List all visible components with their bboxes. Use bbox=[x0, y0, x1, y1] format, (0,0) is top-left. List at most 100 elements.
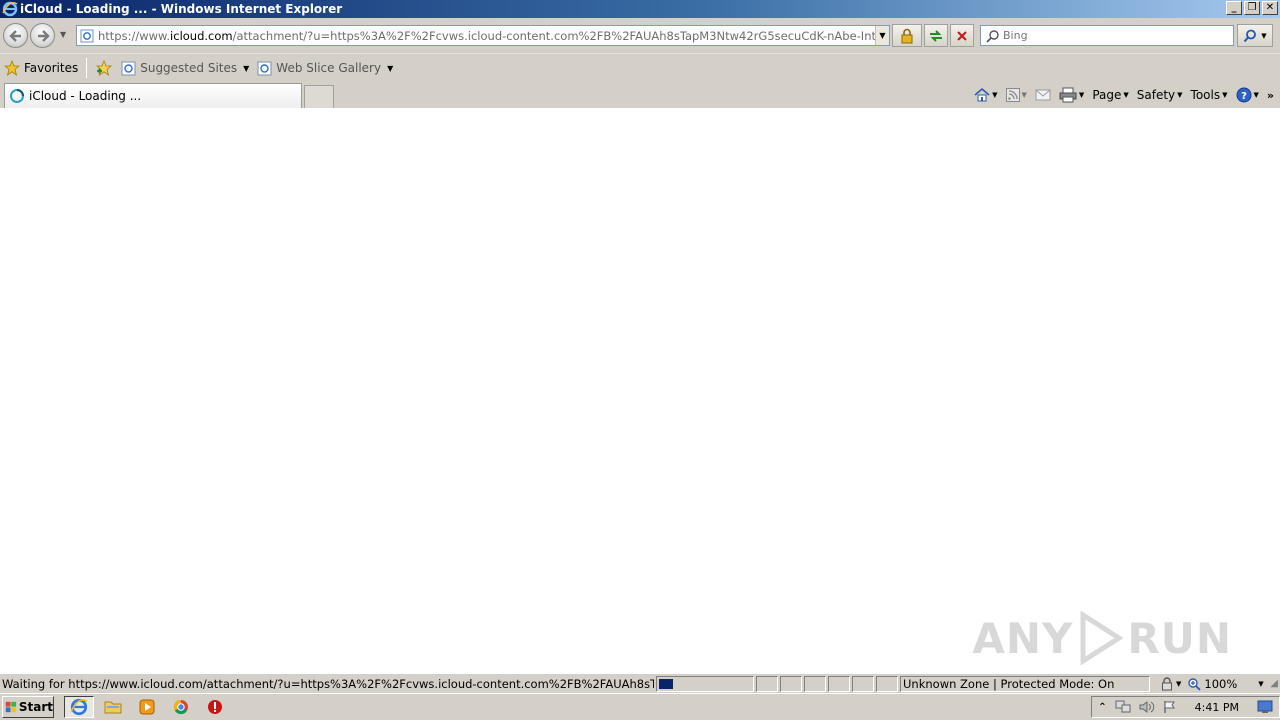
chevron-down-icon: ▼ bbox=[992, 91, 998, 99]
shield-lock-icon bbox=[1162, 676, 1172, 690]
print-button[interactable]: ▼ bbox=[1059, 87, 1084, 103]
address-prefix: https://www. bbox=[98, 28, 171, 43]
refresh-button[interactable] bbox=[924, 24, 948, 47]
clock[interactable]: 4:41 PM bbox=[1195, 701, 1239, 714]
web-slice-gallery-button[interactable]: Web Slice Gallery ▼ bbox=[253, 57, 397, 79]
status-cell bbox=[804, 675, 826, 692]
anyrun-watermark: ANY RUN bbox=[972, 611, 1232, 665]
taskbar-media-player[interactable] bbox=[132, 696, 162, 718]
protected-mode-button[interactable]: ▼ bbox=[1160, 676, 1182, 691]
loading-progress-bar bbox=[656, 675, 754, 692]
internet-explorer-page-icon bbox=[121, 61, 136, 75]
security-zone[interactable]: Unknown Zone | Protected Mode: On bbox=[900, 675, 1150, 692]
folder-icon bbox=[104, 701, 122, 714]
arrow-left-icon bbox=[8, 29, 21, 42]
address-url[interactable]: https://www.icloud.com/attachment/?u=htt… bbox=[98, 29, 875, 43]
address-bar[interactable]: https://www.icloud.com/attachment/?u=htt… bbox=[76, 25, 890, 46]
security-report-button[interactable] bbox=[892, 24, 922, 47]
resize-grip-icon[interactable]: ◢ bbox=[1270, 678, 1278, 689]
search-icon bbox=[986, 29, 999, 43]
page-content[interactable]: ANY RUN bbox=[0, 108, 1280, 673]
tray-expand-icon[interactable]: ⌃ bbox=[1098, 702, 1106, 713]
chevron-down-icon: ▼ bbox=[1177, 91, 1183, 99]
page-menu-label: Page bbox=[1092, 88, 1122, 102]
zoom-icon bbox=[1188, 677, 1202, 691]
printer-icon bbox=[1059, 87, 1077, 103]
taskbar-internet-explorer[interactable] bbox=[64, 696, 94, 718]
mail-icon bbox=[1035, 89, 1051, 101]
internet-explorer-icon bbox=[70, 698, 88, 716]
title-bar[interactable]: iCloud - Loading ... - Windows Internet … bbox=[0, 0, 1280, 18]
stop-button[interactable] bbox=[950, 24, 974, 47]
search-box[interactable] bbox=[980, 25, 1234, 46]
back-button[interactable] bbox=[3, 23, 28, 48]
taskbar-file-explorer[interactable] bbox=[98, 696, 128, 718]
forward-button[interactable] bbox=[30, 23, 55, 48]
close-icon bbox=[957, 30, 967, 41]
network-icon[interactable] bbox=[1115, 700, 1131, 714]
address-path: /attachment/?u=https%3A%2F%2Fcvws.icloud… bbox=[232, 28, 875, 43]
chevron-down-icon: ▼ bbox=[1078, 91, 1085, 99]
favorites-button[interactable]: Favorites bbox=[0, 57, 82, 79]
status-bar: Waiting for https://www.icloud.com/attac… bbox=[0, 673, 1280, 693]
progress-fill bbox=[659, 678, 673, 689]
flag-icon[interactable] bbox=[1163, 700, 1177, 714]
media-player-icon bbox=[139, 699, 155, 715]
watermark-text-left: ANY bbox=[972, 613, 1074, 663]
zoom-control[interactable]: 100% ▼ bbox=[1187, 677, 1264, 691]
taskbar: Start ⌃ 4:41 PM bbox=[0, 693, 1280, 720]
tools-menu-label: Tools bbox=[1190, 88, 1221, 102]
new-tab-button[interactable] bbox=[304, 85, 334, 108]
show-desktop-icon[interactable] bbox=[1257, 700, 1273, 714]
address-dropdown-button[interactable]: ▼ bbox=[875, 26, 889, 45]
status-cell bbox=[828, 675, 850, 692]
window-title: iCloud - Loading ... - Windows Internet … bbox=[20, 2, 343, 16]
toolbar-divider bbox=[86, 58, 88, 78]
volume-icon[interactable] bbox=[1139, 700, 1155, 714]
internet-explorer-page-icon bbox=[257, 61, 272, 75]
tools-menu[interactable]: Tools ▼ bbox=[1191, 88, 1228, 102]
web-slice-gallery-label: Web Slice Gallery bbox=[276, 61, 382, 75]
feeds-button[interactable]: ▼ bbox=[1005, 88, 1027, 102]
command-bar: ▼ ▼ ▼ Page ▼ Safety ▼ Tools ▼ ? ▼ » bbox=[974, 85, 1274, 105]
chevron-down-icon[interactable]: ▼ bbox=[1261, 32, 1266, 40]
safety-menu[interactable]: Safety ▼ bbox=[1137, 88, 1183, 102]
taskbar-chrome[interactable] bbox=[166, 696, 196, 718]
start-button[interactable]: Start bbox=[2, 696, 54, 718]
arrow-right-icon bbox=[37, 29, 50, 42]
add-to-favorites-bar-button[interactable] bbox=[91, 57, 117, 79]
toolbar-overflow-button[interactable]: » bbox=[1267, 89, 1274, 102]
safety-menu-label: Safety bbox=[1136, 88, 1176, 102]
page-icon bbox=[80, 29, 94, 42]
system-tray: ⌃ 4:41 PM bbox=[1091, 696, 1280, 718]
chevron-double-right-icon: » bbox=[1266, 88, 1274, 102]
chevron-down-icon: ▼ bbox=[1176, 679, 1182, 688]
tab-icloud[interactable]: iCloud - Loading ... bbox=[4, 83, 302, 108]
help-menu[interactable]: ? ▼ bbox=[1236, 87, 1259, 103]
tab-bar: iCloud - Loading ... ▼ ▼ ▼ Page ▼ Safety… bbox=[0, 81, 1280, 108]
search-icon bbox=[1244, 29, 1257, 42]
help-icon: ? bbox=[1236, 87, 1251, 103]
favorites-label: Favorites bbox=[24, 61, 79, 75]
recent-pages-dropdown[interactable]: ▼ bbox=[60, 30, 66, 39]
home-button[interactable]: ▼ bbox=[974, 87, 998, 103]
status-text: Waiting for https://www.icloud.com/attac… bbox=[2, 676, 654, 691]
read-mail-button[interactable] bbox=[1035, 89, 1051, 101]
page-menu[interactable]: Page ▼ bbox=[1092, 88, 1128, 102]
restore-button[interactable]: ❐ bbox=[1244, 1, 1260, 15]
start-label: Start bbox=[18, 700, 53, 714]
address-domain: icloud.com bbox=[170, 28, 233, 43]
refresh-icon bbox=[930, 29, 942, 42]
minimize-button[interactable]: _ bbox=[1226, 1, 1242, 15]
loading-icon bbox=[10, 89, 24, 103]
taskbar-stop-app[interactable] bbox=[200, 696, 230, 718]
suggested-sites-button[interactable]: Suggested Sites ▼ bbox=[117, 57, 253, 79]
search-input[interactable] bbox=[1003, 29, 1223, 42]
close-window-button[interactable]: ✕ bbox=[1262, 1, 1278, 15]
status-cell bbox=[876, 675, 898, 692]
lock-icon bbox=[901, 28, 913, 43]
favorites-bar: Favorites Suggested Sites ▼ Web Slice Ga… bbox=[0, 55, 1280, 81]
play-logo-icon bbox=[1080, 611, 1124, 665]
search-button[interactable]: ▼ bbox=[1237, 24, 1273, 47]
chrome-icon bbox=[173, 699, 188, 715]
